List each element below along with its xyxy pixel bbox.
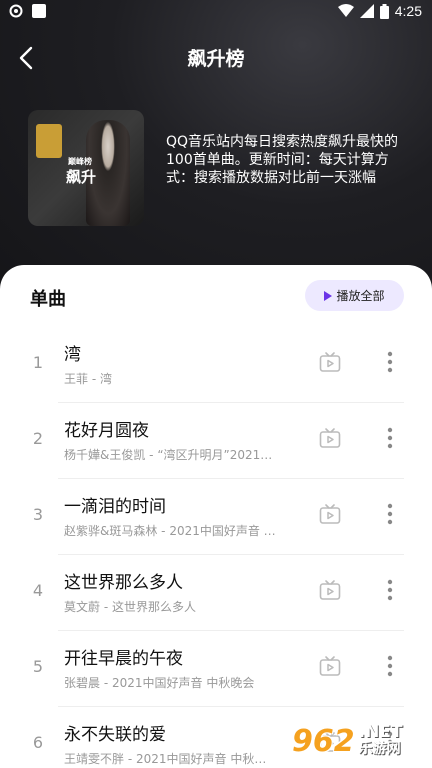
song-title: 这世界那么多人 — [64, 573, 183, 593]
more-options-button[interactable] — [378, 426, 402, 450]
song-rank: 1 — [32, 353, 44, 372]
more-options-button[interactable] — [378, 654, 402, 678]
section-title: 单曲 — [30, 289, 66, 310]
battery-icon — [379, 3, 389, 19]
status-bar: 4:25 — [0, 0, 432, 24]
mv-icon[interactable] — [318, 578, 342, 602]
mv-icon[interactable] — [318, 654, 342, 678]
song-row[interactable]: 5 开往早晨的午夜 张碧晨 - 2021中国好声音 中秋晚会 — [0, 630, 432, 706]
more-vertical-icon — [387, 579, 393, 601]
song-subtitle: 张碧晨 - 2021中国好声音 中秋晚会 — [64, 676, 255, 690]
wifi-icon — [337, 4, 354, 17]
signal-icon — [359, 4, 374, 18]
watermark-net: .NET — [358, 722, 403, 742]
status-time: 4:25 — [394, 3, 422, 19]
mv-icon[interactable] — [318, 426, 342, 450]
song-row[interactable]: 2 花好月圆夜 杨千嬅&王俊凯 - “湾区升明月”2021大湾区电影音乐晚会 — [0, 402, 432, 478]
more-vertical-icon — [387, 655, 393, 677]
play-all-label: 播放全部 — [336, 289, 385, 303]
song-subtitle: 赵紫骅&斑马森林 - 2021中国好声音 中秋晚会 — [64, 524, 278, 538]
chart-cover-image: 巅峰榜 飙升 — [28, 110, 144, 226]
song-list-sheet: 单曲 播放全部 1 湾 王菲 - 湾 2 花好月圆夜 杨千嬅&王俊凯 - “湾区… — [0, 265, 432, 768]
song-rank: 3 — [32, 505, 44, 524]
song-rank: 6 — [32, 733, 44, 752]
mv-icon[interactable] — [318, 350, 342, 374]
more-options-button[interactable] — [378, 502, 402, 526]
song-subtitle: 莫文蔚 - 这世界那么多人 — [64, 600, 196, 614]
sync-icon — [9, 4, 23, 18]
cover-big-text: 飙升 — [66, 168, 97, 186]
song-list: 1 湾 王菲 - 湾 2 花好月圆夜 杨千嬅&王俊凯 - “湾区升明月”2021… — [0, 326, 432, 768]
play-all-button[interactable]: 播放全部 — [305, 280, 404, 311]
watermark-cn: 乐游网 — [358, 741, 401, 757]
watermark-number: 962 — [292, 723, 355, 759]
page-title: 飙升榜 — [187, 48, 245, 70]
more-options-button[interactable] — [378, 350, 402, 374]
song-title: 花好月圆夜 — [64, 421, 149, 441]
more-vertical-icon — [387, 427, 393, 449]
song-title: 开往早晨的午夜 — [64, 649, 183, 669]
site-watermark: 962 .NET 乐游网 — [292, 718, 428, 764]
song-rank: 5 — [32, 657, 44, 676]
more-vertical-icon — [387, 351, 393, 373]
song-rank: 2 — [32, 429, 44, 448]
song-subtitle: 王靖雯不胖 - 2021中国好声音 中秋晚会 — [64, 752, 278, 766]
notification-icon — [32, 4, 46, 18]
song-title: 湾 — [64, 345, 81, 365]
song-rank: 4 — [32, 581, 44, 600]
song-subtitle: 王菲 - 湾 — [64, 372, 112, 386]
mv-icon[interactable] — [318, 502, 342, 526]
play-icon — [324, 290, 333, 301]
song-title: 一滴泪的时间 — [64, 497, 166, 517]
song-row[interactable]: 4 这世界那么多人 莫文蔚 - 这世界那么多人 — [0, 554, 432, 630]
song-row[interactable]: 3 一滴泪的时间 赵紫骅&斑马森林 - 2021中国好声音 中秋晚会 — [0, 478, 432, 554]
song-subtitle: 杨千嬅&王俊凯 - “湾区升明月”2021大湾区电影音乐晚会 — [64, 448, 278, 462]
chart-description: QQ音乐站内每日搜索热度飙升最快的100首单曲。更新时间：每天计算方式：搜索播放… — [166, 134, 399, 186]
more-options-button[interactable] — [378, 578, 402, 602]
song-row[interactable]: 1 湾 王菲 - 湾 — [0, 326, 432, 402]
more-vertical-icon — [387, 503, 393, 525]
title-bar: 飙升榜 — [0, 36, 432, 80]
song-title: 永不失联的爱 — [64, 725, 166, 745]
cover-badge — [36, 124, 62, 158]
